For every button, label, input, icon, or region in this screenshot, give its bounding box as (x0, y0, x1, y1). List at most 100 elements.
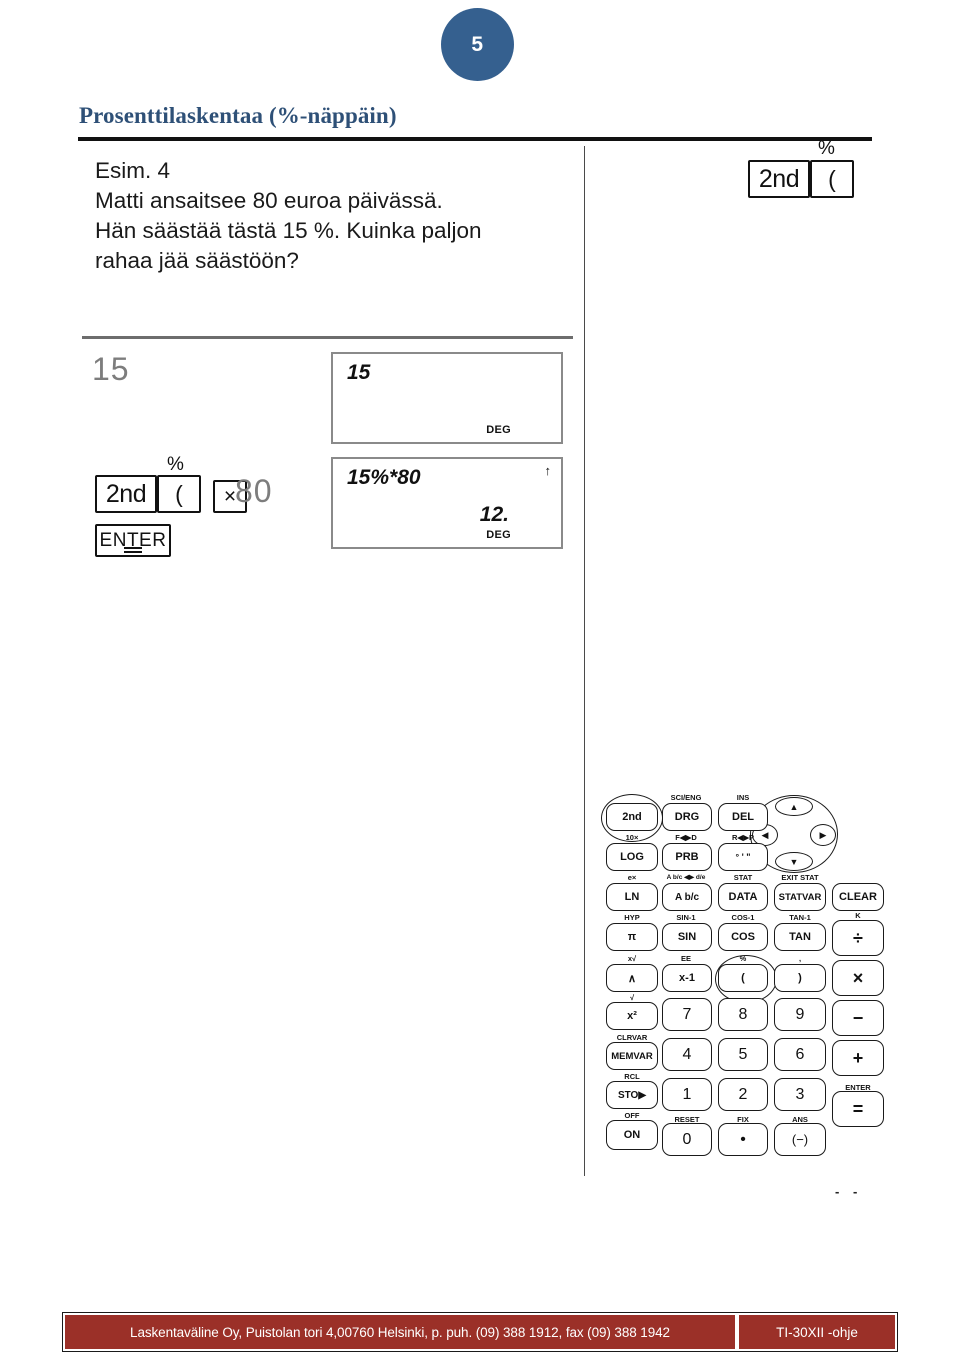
keypad-key-ln[interactable]: LN (606, 883, 658, 911)
calculator-keypad-diagram: ▲ ▼ ◀ ▶ SCI/ENG INS 2nd DRG DEL 10× F◀▶D… (598, 793, 890, 1185)
display-2-mode: DEG (486, 529, 511, 541)
keypad-above-label: , (798, 954, 802, 963)
keypad-above-label: STAT (733, 873, 753, 882)
keypad-key-9[interactable]: 9 (774, 998, 826, 1031)
content-vertical-divider (584, 146, 585, 1176)
page-number: 5 (471, 32, 484, 56)
keystroke-entry-80: 80 (235, 473, 273, 509)
percent-symbol-label-2: % (167, 454, 184, 475)
keypad-key-dms[interactable]: ° ' " (718, 843, 768, 871)
keypad-above-label: OFF (624, 1111, 640, 1120)
keypad-key-drg[interactable]: DRG (662, 803, 712, 831)
keypad-key-power[interactable]: ∧ (606, 964, 658, 992)
keypad-key-clear[interactable]: CLEAR (832, 883, 884, 911)
keypad-key-statvar[interactable]: STATVAR (774, 883, 826, 911)
percent-key-illustration: % 2nd ( (748, 138, 854, 198)
keypad-above-label: x√ (627, 954, 637, 963)
keypad-key-del[interactable]: DEL (718, 803, 768, 831)
equals-glyph (124, 551, 142, 553)
keypad-key-negate[interactable]: (−) (774, 1123, 826, 1156)
keypad-above-label: SCI/ENG (670, 793, 702, 802)
page-title: Prosenttilaskentaa (%-näppäin) (79, 103, 397, 128)
problem-statement: Esim. 4 Matti ansaitsee 80 euroa päiväss… (95, 156, 565, 276)
keypad-key-open-paren[interactable]: ( (718, 964, 768, 992)
page-cut-marks-icon: - - (835, 1184, 863, 1199)
display-2-result: 12. (479, 503, 509, 526)
keypad-above-label: TAN-1 (789, 913, 811, 922)
key-2nd: 2nd (748, 160, 810, 198)
keypad-above-label: CLRVAR (616, 1033, 648, 1042)
keypad-key-square[interactable]: x² (606, 1002, 658, 1030)
keypad-key-cos[interactable]: COS (718, 923, 768, 951)
footer: Laskentaväline Oy, Puistolan tori 4,0076… (62, 1312, 898, 1352)
keypad-key-multiply[interactable]: × (832, 960, 884, 996)
keypad-key-1[interactable]: 1 (662, 1078, 712, 1111)
keypad-above-label: F◀▶D (675, 833, 697, 842)
display-1-mode: DEG (486, 424, 511, 436)
footer-contact: Laskentaväline Oy, Puistolan tori 4,0076… (65, 1315, 735, 1349)
arrow-down-icon: ▼ (789, 856, 799, 867)
keypad-key-point[interactable]: • (718, 1123, 768, 1156)
keypad-key-3[interactable]: 3 (774, 1078, 826, 1111)
keypad-key-memvar[interactable]: MEMVAR (606, 1042, 658, 1070)
key-enter-label: ENTER (99, 529, 167, 551)
keypad-key-sin[interactable]: SIN (662, 923, 712, 951)
key-2nd-2: 2nd (95, 475, 157, 513)
arrow-right-icon: ▶ (819, 829, 827, 840)
keypad-key-6[interactable]: 6 (774, 1038, 826, 1071)
key-enter: ENTER (95, 524, 171, 557)
keypad-key-prb[interactable]: PRB (662, 843, 712, 871)
arrow-up-icon: ▲ (789, 801, 799, 812)
keystroke-entry-15: 15 (92, 351, 130, 387)
keypad-above-label: HYP (624, 913, 640, 922)
keypad-above-label: % (739, 954, 747, 963)
keypad-above-label: INS (736, 793, 750, 802)
scroll-up-indicator-icon: ↑ (544, 463, 552, 478)
problem-line-4: rahaa jää säästöön? (95, 248, 299, 273)
title-divider (78, 137, 872, 141)
keystroke-sequence-row: % 2nd ( × (95, 454, 247, 513)
keypad-key-2nd[interactable]: 2nd (606, 803, 658, 831)
keypad-above-label: K (855, 911, 861, 920)
keypad-key-tan[interactable]: TAN (774, 923, 826, 951)
keypad-key-minus[interactable]: − (832, 1000, 884, 1036)
keypad-key-7[interactable]: 7 (662, 998, 712, 1031)
dpad-right-key: ▶ (810, 824, 836, 846)
example-divider (82, 336, 573, 339)
keypad-key-sto[interactable]: STO▶ (606, 1081, 658, 1109)
keypad-key-8[interactable]: 8 (718, 998, 768, 1031)
keypad-key-enter[interactable]: = (832, 1091, 884, 1127)
keypad-key-on[interactable]: ON (606, 1120, 658, 1150)
keystroke-enter-row: ENTER (95, 524, 171, 557)
keypad-key-divide[interactable]: ÷ (832, 920, 884, 956)
key-open-paren-2: ( (157, 475, 201, 513)
keypad-key-5[interactable]: 5 (718, 1038, 768, 1071)
keypad-above-label: 10× (625, 833, 639, 842)
keypad-key-2[interactable]: 2 (718, 1078, 768, 1111)
keypad-key-plus[interactable]: + (832, 1040, 884, 1076)
keypad-above-label: A b/c ◀▶ d/e (666, 874, 706, 881)
keypad-key-close-paren[interactable]: ) (774, 964, 826, 992)
keypad-above-label: √ (629, 993, 635, 1002)
keypad-above-label: RCL (624, 1072, 640, 1081)
keypad-key-abc[interactable]: A b/c (662, 883, 712, 911)
keypad-key-pi[interactable]: π (606, 923, 658, 951)
keypad-key-data[interactable]: DATA (718, 883, 768, 911)
dpad-up-key: ▲ (775, 797, 813, 816)
keypad-above-label: EE (680, 954, 692, 963)
keypad-key-0[interactable]: 0 (662, 1123, 712, 1156)
calculator-display-1: 15 DEG (331, 352, 563, 444)
keypad-above-label: e× (627, 873, 637, 882)
keypad-above-label: COS-1 (731, 913, 755, 922)
footer-manual-label: TI-30XII -ohje (739, 1315, 895, 1349)
problem-line-1: Esim. 4 (95, 158, 171, 183)
problem-line-2: Matti ansaitsee 80 euroa päivässä. (95, 188, 443, 213)
keypad-key-log[interactable]: LOG (606, 843, 658, 871)
key-open-paren: ( (810, 160, 854, 198)
dpad-down-key: ▼ (775, 852, 813, 871)
keypad-key-reciprocal[interactable]: x-1 (662, 964, 712, 992)
problem-line-3: Hän säästää tästä 15 %. Kuinka paljon (95, 218, 482, 243)
keypad-above-label: SIN-1 (676, 913, 696, 922)
percent-symbol-label: % (818, 138, 835, 159)
keypad-key-4[interactable]: 4 (662, 1038, 712, 1071)
